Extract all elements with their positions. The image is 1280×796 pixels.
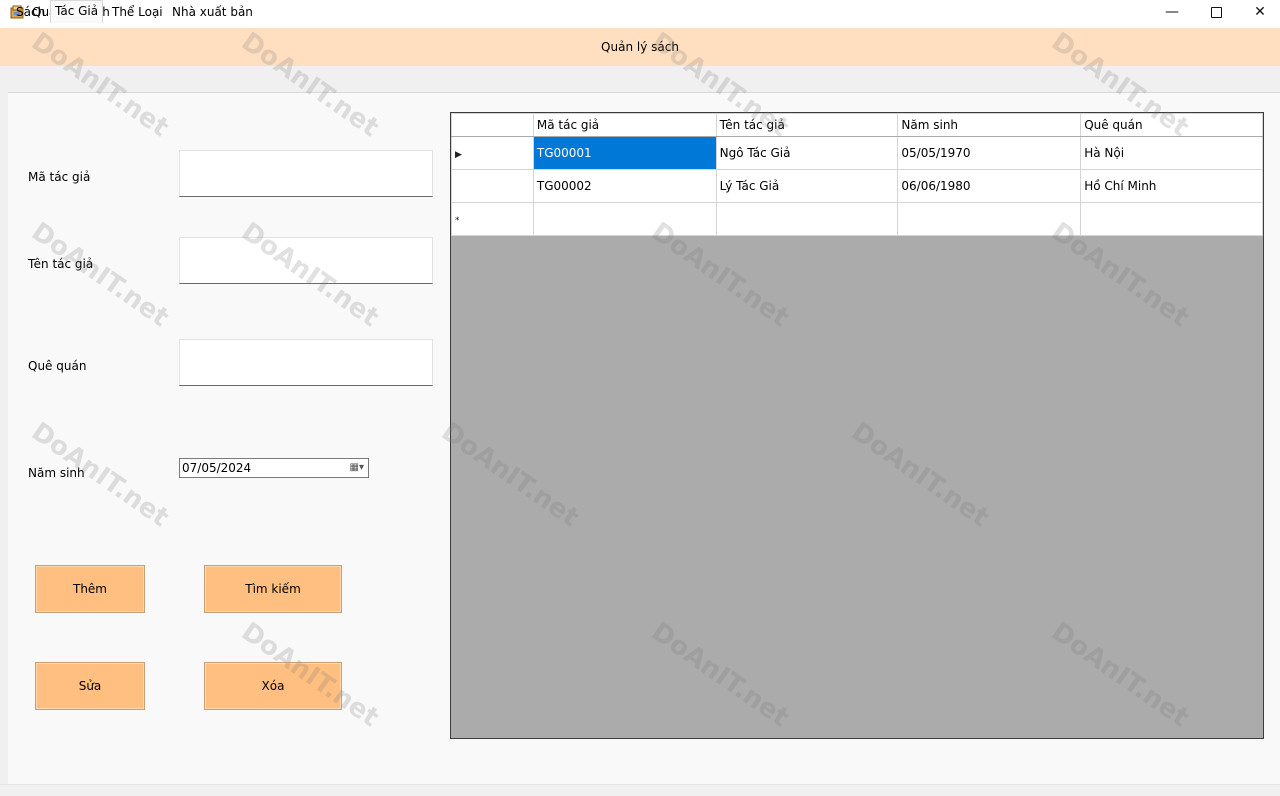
minimize-icon: —	[1165, 4, 1179, 20]
table-cell[interactable]: 05/05/1970	[897, 136, 1082, 170]
table-cell[interactable]	[532, 202, 717, 236]
tab-tac-gia[interactable]: Tác Giả	[50, 0, 104, 23]
table-new-row[interactable]: *	[451, 202, 1263, 236]
table-cell[interactable]: Hà Nội	[1080, 136, 1263, 170]
ten-tac-gia-label: Tên tác giả	[28, 257, 94, 271]
que-quan-label: Quê quán	[28, 359, 87, 373]
table-cell[interactable]: TG00001	[532, 136, 717, 170]
nam-sinh-datepicker[interactable]: 07/05/2024 ▦▾	[179, 458, 369, 478]
table-row[interactable]: TG00002 Lý Tác Giả 06/06/1980 Hồ Chí Min…	[451, 169, 1263, 203]
nam-sinh-value: 07/05/2024	[182, 461, 252, 475]
close-icon: ✕	[1254, 4, 1266, 20]
ten-tac-gia-input[interactable]	[179, 237, 433, 284]
row-header[interactable]: *	[451, 202, 534, 236]
column-header-ten-tac-gia[interactable]: Tên tác giả	[715, 113, 899, 137]
nam-sinh-label: Năm sinh	[28, 466, 85, 480]
table-cell[interactable]	[897, 202, 1082, 236]
table-cell[interactable]: TG00002	[532, 169, 717, 203]
column-header-que-quan[interactable]: Quê quán	[1080, 113, 1263, 137]
table-row[interactable]: ▶ TG00001 Ngô Tác Giả 05/05/1970 Hà Nội	[451, 136, 1263, 170]
table-cell[interactable]	[715, 202, 899, 236]
authors-data-grid[interactable]: Mã tác giả Tên tác giả Năm sinh Quê quán…	[450, 112, 1264, 739]
table-header-row: Mã tác giả Tên tác giả Năm sinh Quê quán	[451, 113, 1263, 137]
maximize-icon	[1210, 7, 1222, 18]
tab-nha-xuat-ban[interactable]: Nhà xuất bản	[168, 2, 257, 22]
table-cell[interactable]: Hồ Chí Minh	[1080, 169, 1263, 203]
close-button[interactable]: ✕	[1238, 0, 1280, 26]
current-row-arrow-icon: ▶	[455, 150, 462, 160]
row-header[interactable]	[451, 169, 534, 203]
search-button[interactable]: Tìm kiếm	[204, 565, 342, 613]
calendar-dropdown-icon[interactable]: ▦▾	[350, 462, 364, 473]
ma-tac-gia-input[interactable]	[179, 150, 433, 197]
table-cell[interactable]: Lý Tác Giả	[715, 169, 899, 203]
add-button[interactable]: Thêm	[35, 565, 145, 613]
ma-tac-gia-label: Mã tác giả	[28, 170, 91, 184]
table-cell[interactable]	[1080, 202, 1263, 236]
authors-table: Mã tác giả Tên tác giả Năm sinh Quê quán…	[451, 113, 1263, 236]
table-cell[interactable]: 06/06/1980	[897, 169, 1082, 203]
delete-button[interactable]: Xóa	[204, 662, 342, 710]
maximize-button[interactable]	[1194, 0, 1238, 26]
header-title: Quản lý sách	[601, 40, 679, 54]
column-header-ma-tac-gia[interactable]: Mã tác giả	[532, 113, 717, 137]
row-header-corner[interactable]	[451, 113, 534, 137]
column-header-nam-sinh[interactable]: Năm sinh	[897, 113, 1082, 137]
table-cell[interactable]: Ngô Tác Giả	[715, 136, 899, 170]
row-header[interactable]: ▶	[451, 136, 534, 170]
edit-button[interactable]: Sửa	[35, 662, 145, 710]
header-banner: Quản lý sách	[0, 28, 1280, 66]
minimize-button[interactable]: —	[1150, 0, 1194, 26]
tab-sach[interactable]: Sách	[12, 2, 49, 22]
new-row-asterisk-icon: *	[455, 216, 460, 226]
bottom-edge	[0, 784, 1280, 796]
tab-the-loai[interactable]: Thể Loại	[108, 2, 167, 22]
que-quan-input[interactable]	[179, 339, 433, 386]
